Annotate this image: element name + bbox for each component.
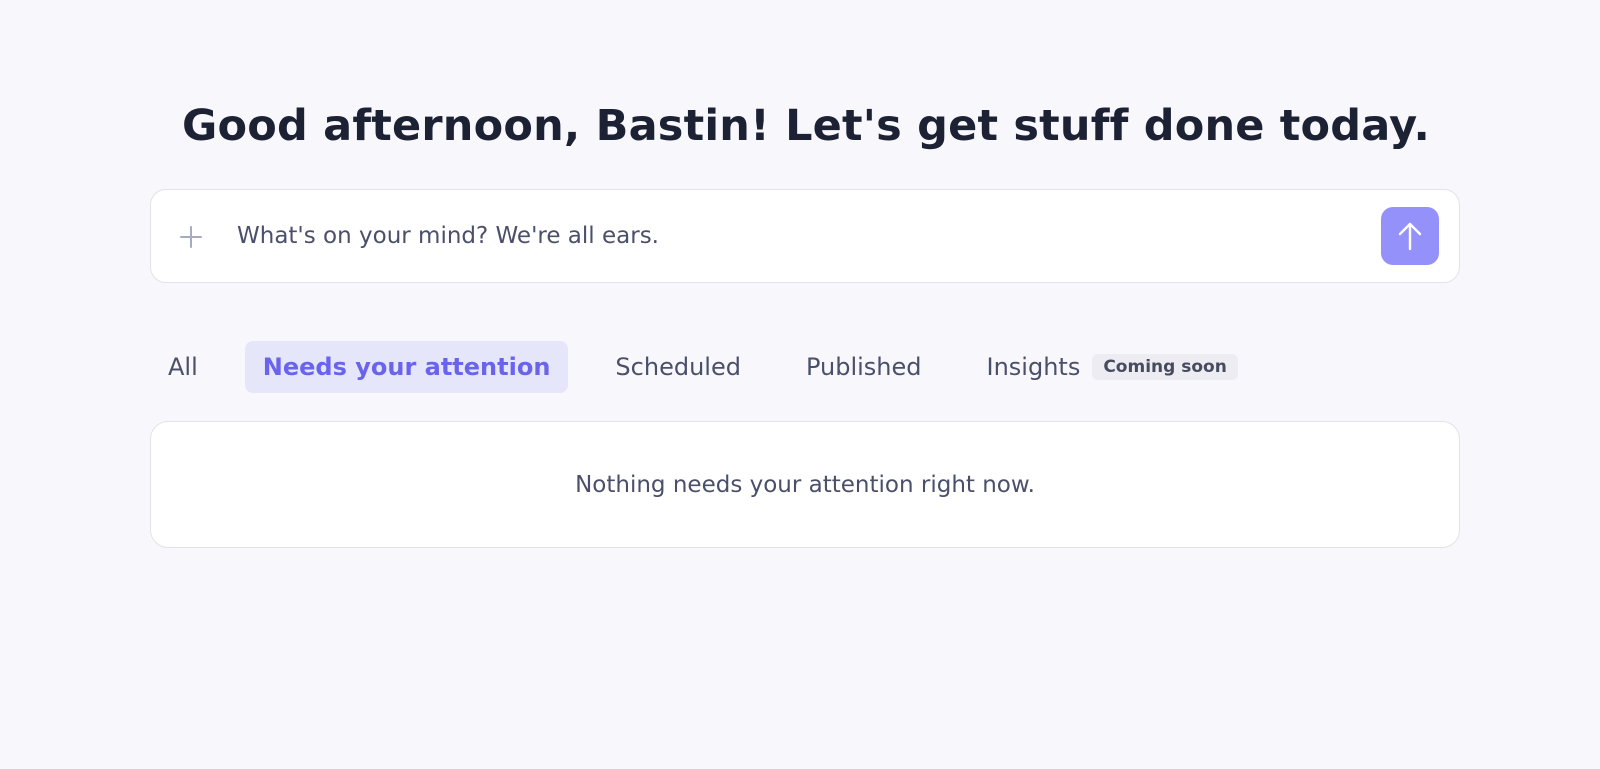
arrow-up-icon xyxy=(1397,221,1423,251)
tab-label: All xyxy=(168,353,198,381)
tab-label: Scheduled xyxy=(615,353,741,381)
tab-insights[interactable]: Insights Coming soon xyxy=(969,341,1238,393)
composer-input[interactable] xyxy=(237,212,1337,260)
empty-state-card: Nothing needs your attention right now. xyxy=(150,421,1460,548)
empty-state-message: Nothing needs your attention right now. xyxy=(575,471,1035,498)
composer-box xyxy=(150,189,1460,283)
send-button[interactable] xyxy=(1381,207,1439,265)
coming-soon-badge: Coming soon xyxy=(1092,354,1238,380)
tab-needs-your-attention[interactable]: Needs your attention xyxy=(244,341,569,393)
greeting-heading: Good afternoon, Bastin! Let's get stuff … xyxy=(182,101,1430,151)
tab-label: Published xyxy=(805,353,922,381)
tab-published[interactable]: Published xyxy=(788,341,940,393)
tab-label: Insights xyxy=(986,353,1081,381)
tab-all[interactable]: All xyxy=(150,341,216,393)
plus-icon[interactable] xyxy=(175,221,207,253)
filter-tabs: All Needs your attention Scheduled Publi… xyxy=(150,341,1238,393)
tab-scheduled[interactable]: Scheduled xyxy=(597,341,759,393)
tab-label: Needs your attention xyxy=(262,353,551,381)
